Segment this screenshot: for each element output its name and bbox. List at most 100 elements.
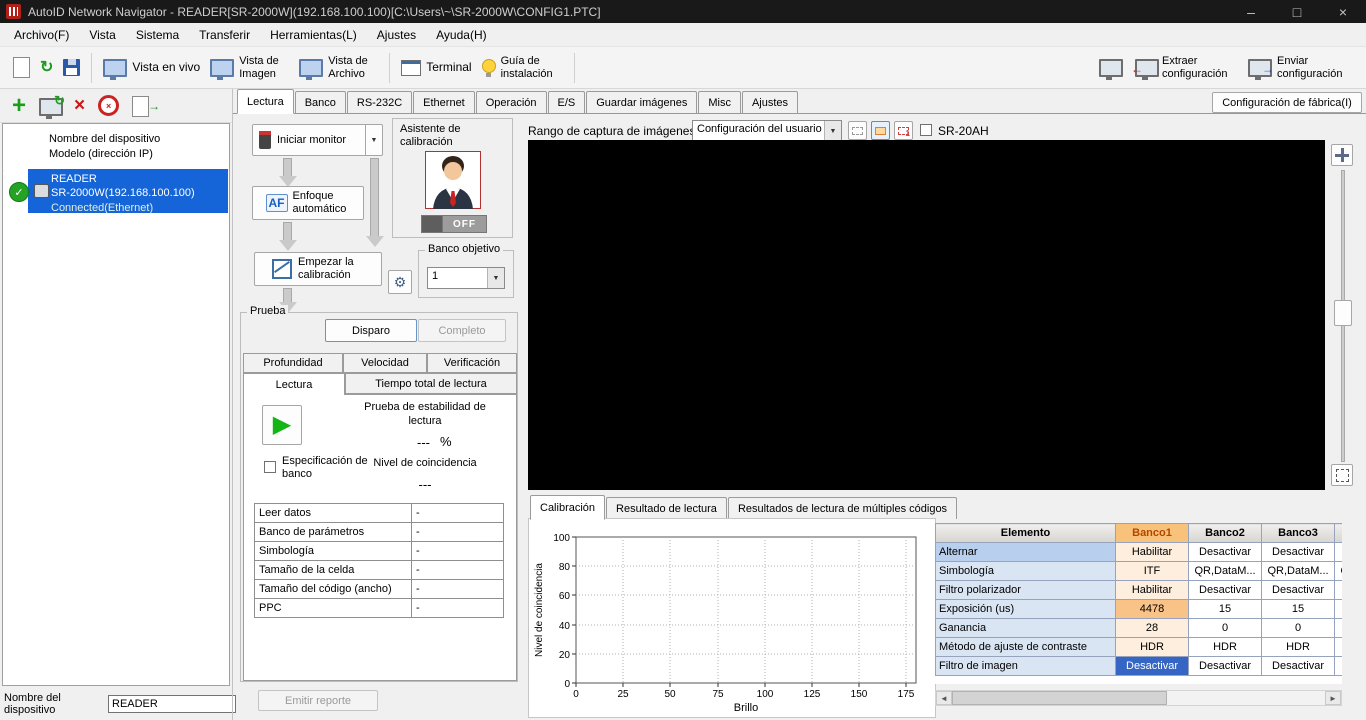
cell-value[interactable]: 0: [1262, 619, 1335, 638]
cell-value[interactable]: 15: [1335, 600, 1343, 619]
scroll-left-button[interactable]: ◄: [936, 691, 952, 705]
cell-value[interactable]: HDR: [1262, 638, 1335, 657]
tab-rs232c[interactable]: RS-232C: [347, 91, 412, 113]
autofocus-button[interactable]: AF Enfoque automático: [252, 186, 364, 220]
scroll-thumb[interactable]: [952, 691, 1167, 705]
target-bank-select[interactable]: 1 ▼: [427, 267, 505, 289]
new-file-button[interactable]: [8, 55, 35, 80]
cell-value[interactable]: ITF: [1116, 562, 1189, 581]
start-calibration-button[interactable]: Empezar la calibración: [254, 252, 382, 286]
subtab-tiempo-total[interactable]: Tiempo total de lectura: [345, 373, 517, 394]
cell-value[interactable]: 0: [1189, 619, 1262, 638]
file-view-button[interactable]: Vista de Archivo: [294, 53, 383, 82]
cell-label[interactable]: Exposición (us): [936, 600, 1116, 619]
save-button[interactable]: [58, 57, 85, 78]
cell-value[interactable]: QR,DataM...: [1335, 562, 1343, 581]
cell-value[interactable]: Desactivar: [1262, 543, 1335, 562]
cell-value[interactable]: HDR: [1116, 638, 1189, 657]
cell-value[interactable]: 4478: [1116, 600, 1189, 619]
menu-vista[interactable]: Vista: [79, 23, 125, 46]
tab-es[interactable]: E/S: [548, 91, 586, 113]
cell-label[interactable]: Método de ajuste de contraste: [936, 638, 1116, 657]
cell-value[interactable]: 15: [1262, 600, 1335, 619]
tab-banco[interactable]: Banco: [295, 91, 346, 113]
subtab-profundidad[interactable]: Profundidad: [243, 353, 343, 373]
tab-misc[interactable]: Misc: [698, 91, 741, 113]
menu-ajustes[interactable]: Ajustes: [367, 23, 426, 46]
cell-value[interactable]: Desactivar: [1262, 657, 1335, 676]
add-device-button[interactable]: +: [12, 96, 26, 116]
capture-preset-select[interactable]: Configuración del usuario ▼: [692, 120, 842, 142]
col-elemento[interactable]: Elemento: [936, 524, 1116, 543]
cell-value[interactable]: Desactivar: [1189, 657, 1262, 676]
tab-lectura[interactable]: Lectura: [237, 89, 294, 114]
cell-value[interactable]: 0: [1335, 619, 1343, 638]
cell-value[interactable]: Desactivar: [1335, 543, 1343, 562]
calibration-settings-button[interactable]: ⚙: [388, 270, 412, 294]
cell-value[interactable]: Habilitar: [1116, 543, 1189, 562]
cell-value[interactable]: QR,DataM...: [1262, 562, 1335, 581]
cell-value[interactable]: 15: [1189, 600, 1262, 619]
sr20ah-checkbox[interactable]: [920, 124, 932, 136]
col-banco1[interactable]: Banco1: [1116, 524, 1189, 543]
image-view-button[interactable]: Vista de Imagen: [205, 53, 294, 82]
col-banco2[interactable]: Banco2: [1189, 524, 1262, 543]
cell-value[interactable]: Desactivar: [1262, 581, 1335, 600]
cell-value[interactable]: HDR: [1335, 638, 1343, 657]
search-devices-button[interactable]: ↻: [39, 96, 61, 116]
camera-image-view[interactable]: [528, 140, 1325, 490]
cell-value[interactable]: Desactivar: [1335, 581, 1343, 600]
tab-ethernet[interactable]: Ethernet: [413, 91, 475, 113]
install-guide-button[interactable]: Guía de instalación: [477, 53, 568, 82]
cell-value-selected[interactable]: Desactivar: [1116, 657, 1189, 676]
fit-view-button[interactable]: [1331, 464, 1353, 486]
refresh-config-button[interactable]: ↻: [35, 59, 58, 77]
send-config-button[interactable]: → Enviar configuración: [1243, 53, 1358, 82]
device-row[interactable]: ✓ READER SR-2000W(192.168.100.100) Conne…: [4, 169, 228, 213]
terminal-button[interactable]: Terminal: [396, 58, 476, 78]
cell-value[interactable]: 28: [1116, 619, 1189, 638]
cell-label[interactable]: Alternar: [936, 543, 1116, 562]
subtab-lectura[interactable]: Lectura: [243, 373, 345, 395]
bank-spec-checkbox[interactable]: [264, 461, 276, 473]
capture-range-full-button[interactable]: [871, 121, 890, 140]
minimize-button[interactable]: –: [1228, 0, 1274, 23]
menu-archivo[interactable]: Archivo(F): [4, 23, 79, 46]
tab-resultado-lectura[interactable]: Resultado de lectura: [606, 497, 727, 519]
tab-guardar-imagenes[interactable]: Guardar imágenes: [586, 91, 697, 113]
subtab-verificacion[interactable]: Verificación: [427, 353, 517, 373]
tab-ajustes[interactable]: Ajustes: [742, 91, 798, 113]
cell-value[interactable]: Habilitar: [1116, 581, 1189, 600]
cell-value[interactable]: Desactivar: [1335, 657, 1343, 676]
col-banco4[interactable]: Banco4: [1335, 524, 1343, 543]
zoom-slider-thumb[interactable]: [1334, 300, 1352, 326]
capture-range-none-button[interactable]: [848, 121, 867, 140]
cell-label[interactable]: Filtro polarizador: [936, 581, 1116, 600]
scroll-right-button[interactable]: ►: [1325, 691, 1341, 705]
cell-value[interactable]: Desactivar: [1189, 581, 1262, 600]
subtab-velocidad[interactable]: Velocidad: [343, 353, 427, 373]
cell-value[interactable]: HDR: [1189, 638, 1262, 657]
close-button[interactable]: ×: [1320, 0, 1366, 23]
cell-value[interactable]: QR,DataM...: [1189, 562, 1262, 581]
assistant-off-toggle[interactable]: OFF: [421, 215, 487, 233]
menu-transferir[interactable]: Transferir: [189, 23, 260, 46]
maximize-button[interactable]: □: [1274, 0, 1320, 23]
cell-label[interactable]: Filtro de imagen: [936, 657, 1116, 676]
menu-ayuda[interactable]: Ayuda(H): [426, 23, 496, 46]
menu-sistema[interactable]: Sistema: [126, 23, 189, 46]
remove-device-button[interactable]: ×: [74, 97, 85, 115]
disconnect-device-button[interactable]: ×: [98, 95, 119, 116]
test-trigger-button[interactable]: Disparo: [325, 319, 417, 342]
cell-label[interactable]: Ganancia: [936, 619, 1116, 638]
cell-label[interactable]: Simbología: [936, 562, 1116, 581]
pan-tool-button[interactable]: [1331, 144, 1353, 166]
tab-operacion[interactable]: Operación: [476, 91, 547, 113]
cell-value[interactable]: Desactivar: [1189, 543, 1262, 562]
run-test-button[interactable]: ▶: [262, 405, 302, 445]
capture-range-custom-button[interactable]: 1: [894, 121, 913, 140]
test-complete-button[interactable]: Completo: [418, 319, 506, 342]
live-view-button[interactable]: Vista en vivo: [98, 57, 205, 79]
factory-config-button[interactable]: Configuración de fábrica(I): [1212, 92, 1362, 113]
emit-report-button[interactable]: Emitir reporte: [258, 690, 378, 711]
